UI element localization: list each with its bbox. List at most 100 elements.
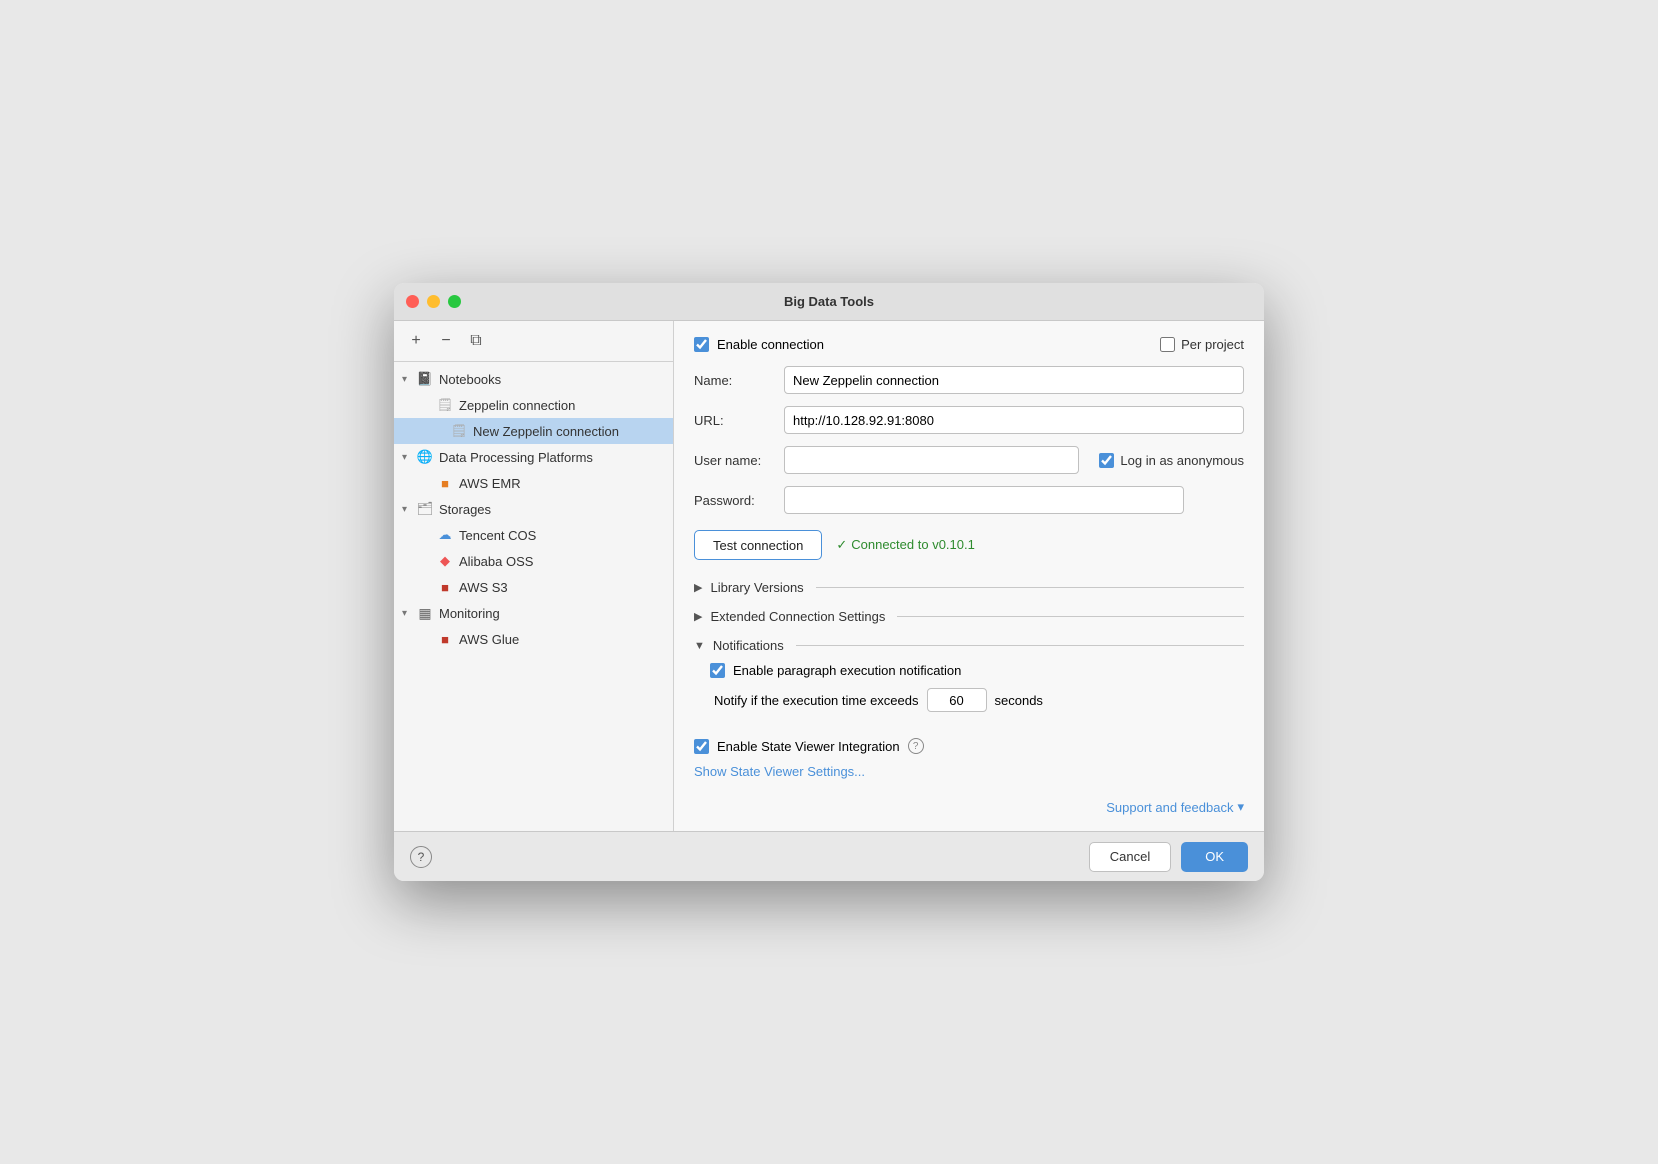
state-viewer-row: Enable State Viewer Integration ?	[694, 738, 1244, 754]
window-title: Big Data Tools	[784, 294, 874, 309]
sidebar-item-label: Monitoring	[439, 606, 500, 621]
sidebar-item-label: Alibaba OSS	[459, 554, 533, 569]
enable-row: Enable connection Per project	[694, 337, 1244, 352]
url-label: URL:	[694, 413, 784, 428]
aws-s3-icon: ■	[436, 578, 454, 596]
state-viewer-help-icon[interactable]: ?	[908, 738, 924, 754]
sidebar-item-label: AWS EMR	[459, 476, 521, 491]
support-feedback-label: Support and feedback	[1106, 800, 1233, 815]
support-feedback-link[interactable]: Support and feedback ▾	[1106, 799, 1244, 815]
sidebar-item-new-zeppelin-connection[interactable]: 🗒 New Zeppelin connection	[394, 418, 673, 444]
minimize-button[interactable]	[427, 295, 440, 308]
per-project-checkbox[interactable]	[1160, 337, 1175, 352]
sidebar-item-label: New Zeppelin connection	[473, 424, 619, 439]
sidebar-item-notebooks[interactable]: ▾ 📓 Notebooks	[394, 366, 673, 392]
titlebar: Big Data Tools	[394, 283, 1264, 321]
sidebar: + − ⧉ ▾ 📓 Notebooks 🗒 Zeppelin connectio…	[394, 321, 674, 831]
enable-paragraph-row: Enable paragraph execution notification	[710, 663, 1244, 678]
sidebar-item-alibaba[interactable]: ◆ Alibaba OSS	[394, 548, 673, 574]
url-row: URL:	[694, 406, 1244, 434]
anon-checkbox[interactable]	[1099, 453, 1114, 468]
test-connection-row: Test connection ✓Connected to v0.10.1	[694, 530, 1244, 560]
enable-paragraph-checkbox[interactable]	[710, 663, 725, 678]
name-label: Name:	[694, 373, 784, 388]
sidebar-item-monitoring[interactable]: ▾ ▦ Monitoring	[394, 600, 673, 626]
app-window: Big Data Tools + − ⧉ ▾ 📓 Notebooks 🗒	[394, 283, 1264, 881]
username-input[interactable]	[784, 446, 1079, 474]
sidebar-item-label: Storages	[439, 502, 491, 517]
enable-connection-checkbox[interactable]	[694, 337, 709, 352]
content-area: + − ⧉ ▾ 📓 Notebooks 🗒 Zeppelin connectio…	[394, 321, 1264, 831]
sidebar-item-aws-s3[interactable]: ■ AWS S3	[394, 574, 673, 600]
sidebar-item-data-processing[interactable]: ▾ 🌐 Data Processing Platforms	[394, 444, 673, 470]
cancel-button[interactable]: Cancel	[1089, 842, 1171, 872]
enable-left: Enable connection	[694, 337, 824, 352]
state-viewer-label: Enable State Viewer Integration	[717, 739, 900, 754]
chevron-icon: ▾	[402, 374, 416, 385]
sidebar-item-aws-emr[interactable]: ■ AWS EMR	[394, 470, 673, 496]
remove-button[interactable]: −	[434, 329, 458, 353]
notify-time-row: Notify if the execution time exceeds sec…	[710, 688, 1244, 712]
section-divider-line	[897, 616, 1244, 617]
show-state-viewer-link[interactable]: Show State Viewer Settings...	[694, 764, 1244, 779]
library-chevron-icon[interactable]: ▶	[694, 581, 702, 594]
sidebar-item-label: Zeppelin connection	[459, 398, 575, 413]
support-feedback-arrow-icon: ▾	[1237, 799, 1244, 815]
sidebar-item-label: Tencent COS	[459, 528, 536, 543]
notifications-section: ▼ Notifications Enable paragraph executi…	[694, 638, 1244, 726]
sidebar-toolbar: + − ⧉	[394, 321, 673, 362]
notify-time-input[interactable]	[927, 688, 987, 712]
aws-emr-icon: ■	[436, 474, 454, 492]
password-row: Password:	[694, 486, 1244, 514]
main-panel: Enable connection Per project Name: URL:…	[674, 321, 1264, 831]
anon-text: Log in as anonymous	[1120, 453, 1244, 468]
monitoring-icon: ▦	[416, 604, 434, 622]
library-versions-section: ▶ Library Versions	[694, 580, 1244, 595]
aws-glue-icon: ■	[436, 630, 454, 648]
sidebar-item-aws-glue[interactable]: ■ AWS Glue	[394, 626, 673, 652]
password-input[interactable]	[784, 486, 1184, 514]
help-button[interactable]: ?	[410, 846, 432, 868]
url-input[interactable]	[784, 406, 1244, 434]
notifications-label: Notifications	[713, 638, 784, 653]
sidebar-item-storages[interactable]: ▾ 🗂 Storages	[394, 496, 673, 522]
enable-right: Per project	[1160, 337, 1244, 352]
sidebar-item-label: AWS Glue	[459, 632, 519, 647]
notifications-divider-line	[796, 645, 1244, 646]
add-button[interactable]: +	[404, 329, 428, 353]
support-row: Support and feedback ▾	[694, 791, 1244, 815]
enable-paragraph-label: Enable paragraph execution notification	[733, 663, 961, 678]
alibaba-icon: ◆	[436, 552, 454, 570]
test-connection-button[interactable]: Test connection	[694, 530, 822, 560]
sidebar-item-tencent[interactable]: ☁ Tencent COS	[394, 522, 673, 548]
zeppelin-icon: 🗒	[436, 396, 454, 414]
notebooks-icon: 📓	[416, 370, 434, 388]
storages-icon: 🗂	[416, 500, 434, 518]
new-zeppelin-icon: 🗒	[450, 422, 468, 440]
notify-time-label: Notify if the execution time exceeds	[714, 693, 919, 708]
notifications-header: ▼ Notifications	[694, 638, 1244, 653]
close-button[interactable]	[406, 295, 419, 308]
notifications-chevron-icon[interactable]: ▼	[694, 640, 705, 652]
checkmark-icon: ✓	[836, 537, 847, 552]
extended-connection-section: ▶ Extended Connection Settings	[694, 609, 1244, 624]
maximize-button[interactable]	[448, 295, 461, 308]
extended-connection-label: Extended Connection Settings	[710, 609, 885, 624]
ok-button[interactable]: OK	[1181, 842, 1248, 872]
password-label: Password:	[694, 493, 784, 508]
chevron-icon: ▾	[402, 504, 416, 515]
copy-button[interactable]: ⧉	[464, 329, 488, 353]
footer: ? Cancel OK	[394, 831, 1264, 881]
data-processing-icon: 🌐	[416, 448, 434, 466]
per-project-label: Per project	[1181, 337, 1244, 352]
library-versions-label: Library Versions	[710, 580, 803, 595]
extended-chevron-icon[interactable]: ▶	[694, 610, 702, 623]
state-viewer-checkbox[interactable]	[694, 739, 709, 754]
name-input[interactable]	[784, 366, 1244, 394]
sidebar-tree: ▾ 📓 Notebooks 🗒 Zeppelin connection 🗒 Ne…	[394, 362, 673, 831]
sidebar-item-label: AWS S3	[459, 580, 508, 595]
chevron-icon: ▾	[402, 452, 416, 463]
sidebar-item-zeppelin-connection[interactable]: 🗒 Zeppelin connection	[394, 392, 673, 418]
window-controls	[406, 295, 461, 308]
anon-label: Log in as anonymous	[1099, 453, 1244, 468]
